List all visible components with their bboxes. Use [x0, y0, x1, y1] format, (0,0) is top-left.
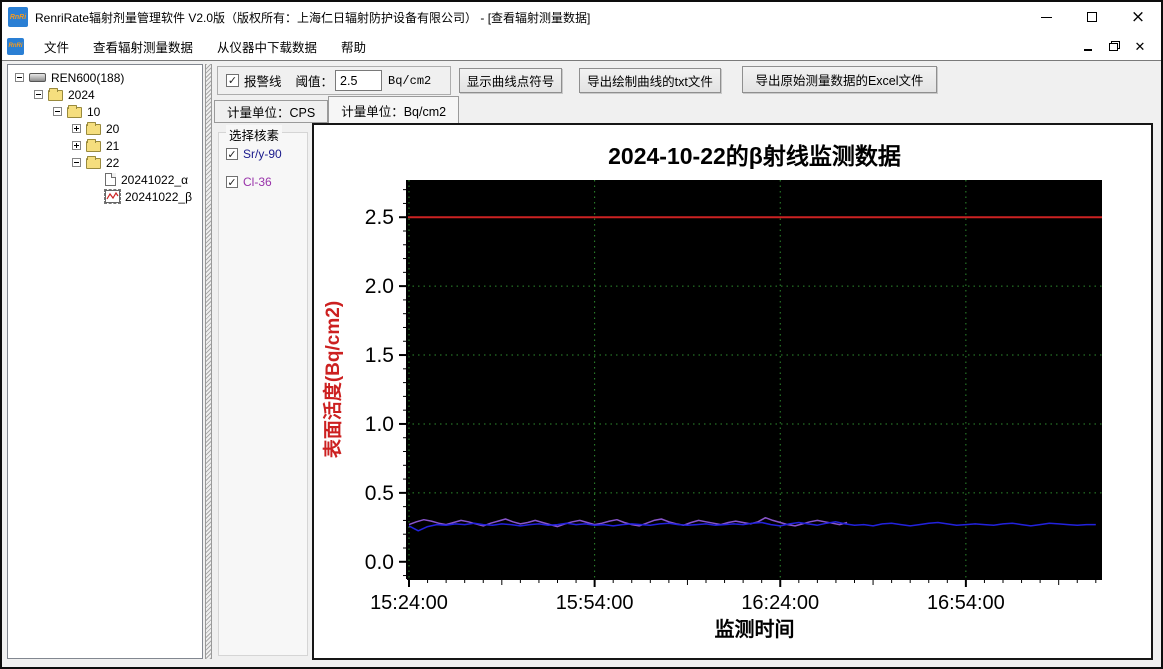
- threshold-unit-label: Bq/cm2: [388, 73, 432, 88]
- y-tick-label: 0.0: [365, 551, 394, 574]
- title-bar: RnRi RenriRate辐射剂量管理软件 V2.0版（版权所有：上海仁日辐射…: [2, 2, 1161, 32]
- collapse-icon[interactable]: [72, 158, 81, 167]
- folder-icon: [48, 88, 63, 101]
- unit-tabs: 计量单位：CPS 计量单位：Bq/cm2: [214, 96, 460, 123]
- y-tick-label: 1.5: [365, 344, 394, 367]
- x-tick-label: 16:24:00: [741, 592, 819, 614]
- chart-title: 2024-10-22的β射线监测数据: [608, 143, 901, 169]
- tree-node-20241022_α[interactable]: 20241022_α: [8, 171, 202, 188]
- x-tick-label: 15:24:00: [370, 592, 448, 614]
- export-excel-button[interactable]: 导出原始测量数据的Excel文件: [742, 66, 937, 93]
- tab-unit-1[interactable]: 计量单位：Bq/cm2: [328, 96, 460, 123]
- folder-icon: [86, 156, 101, 169]
- collapse-icon[interactable]: [34, 90, 43, 99]
- tree-node-label: 10: [87, 104, 101, 119]
- mdi-window-controls: ✕: [1077, 37, 1161, 55]
- tree-node-2024[interactable]: 2024: [8, 86, 202, 103]
- monitor-chart: 0.0 0.5 1.0 1.5 2.0 2.5 15:24:00 15:54:00 16:24:…: [321, 143, 1102, 641]
- minimize-button[interactable]: [1023, 2, 1069, 32]
- mdi-close-button[interactable]: ✕: [1129, 37, 1151, 55]
- threshold-input[interactable]: [335, 70, 383, 91]
- expand-icon[interactable]: [72, 124, 81, 133]
- tree-node-label: 20: [106, 121, 120, 136]
- nuclide-label: Cl-36: [243, 175, 272, 189]
- device-icon: [29, 73, 46, 82]
- y-axis-title: 表面活度(Bq/cm2): [321, 301, 344, 458]
- export-txt-button[interactable]: 导出绘制曲线的txt文件: [579, 68, 721, 93]
- app-window: RnRi RenriRate辐射剂量管理软件 V2.0版（版权所有：上海仁日辐射…: [0, 0, 1163, 669]
- alarm-line-label: 报警线: [244, 75, 282, 89]
- tree-node-label: 2024: [68, 87, 95, 102]
- nuclide-selector-group: 选择核素 ✓ Sr/y-90 ✓ Cl-36: [218, 125, 308, 656]
- app-logo-icon: RnRi: [8, 7, 28, 27]
- chart-file-icon: [104, 189, 121, 204]
- menu-item-2[interactable]: 从仪器中下载数据: [205, 32, 329, 60]
- menu-item-0[interactable]: 文件: [32, 32, 81, 60]
- menu-items: 文件 查看辐射测量数据 从仪器中下载数据 帮助: [32, 32, 378, 60]
- mdi-restore-button[interactable]: [1103, 37, 1125, 55]
- y-tick-label: 2.0: [365, 275, 394, 298]
- nuclide-group-title: 选择核素: [226, 125, 283, 144]
- maximize-button[interactable]: [1069, 2, 1115, 32]
- tree-node-22[interactable]: 22: [8, 154, 202, 171]
- tree-node-REN600(188)[interactable]: REN600(188): [8, 69, 202, 86]
- document-icon: [105, 173, 116, 186]
- tree-node-label: REN600(188): [51, 70, 125, 85]
- folder-icon: [86, 122, 101, 135]
- menu-bar: RnRi 文件 查看辐射测量数据 从仪器中下载数据 帮助 ✕: [2, 32, 1161, 61]
- device-tree-panel: REN600(188) 2024 10 20 21 22 20241022_α 2024102…: [7, 64, 203, 659]
- folder-icon: [86, 139, 101, 152]
- y-tick-label: 1.0: [365, 413, 394, 436]
- collapse-icon[interactable]: [15, 73, 24, 82]
- close-icon: ×: [1130, 6, 1146, 27]
- nuclide-label: Sr/y-90: [243, 147, 282, 161]
- nuclide-item-Cl-36: ✓ Cl-36: [226, 175, 307, 189]
- monitor-chart-panel: 0.0 0.5 1.0 1.5 2.0 2.5 15:24:00 15:54:00 16:24:…: [312, 123, 1153, 660]
- folder-icon: [67, 105, 82, 118]
- window-title: RenriRate辐射剂量管理软件 V2.0版（版权所有：上海仁日辐射防护设备有…: [35, 10, 591, 25]
- menu-item-3[interactable]: 帮助: [329, 32, 378, 60]
- show-curve-points-button[interactable]: 显示曲线点符号: [459, 68, 562, 93]
- nuclide-items: ✓ Sr/y-90 ✓ Cl-36: [219, 147, 307, 189]
- close-button[interactable]: ×: [1115, 2, 1161, 32]
- tab-unit-0[interactable]: 计量单位：CPS: [214, 100, 329, 123]
- mdi-close-icon: ✕: [1134, 38, 1146, 54]
- menu-item-1[interactable]: 查看辐射测量数据: [81, 32, 205, 60]
- alarm-line-panel: ✓ 报警线 阈值： Bq/cm2: [217, 66, 451, 95]
- expand-icon[interactable]: [72, 141, 81, 150]
- tree-node-20241022_β[interactable]: 20241022_β: [8, 188, 202, 205]
- nuclide-checkbox-Sr/y-90[interactable]: ✓: [226, 148, 238, 161]
- threshold-label: 阈值：: [295, 75, 334, 89]
- tree-node-21[interactable]: 21: [8, 137, 202, 154]
- y-tick-label: 2.5: [365, 206, 394, 229]
- tree-node-label: 20241022_α: [121, 172, 189, 187]
- tree-node-label: 20241022_β: [125, 189, 192, 204]
- plot-area: [407, 180, 1102, 579]
- x-tick-label: 15:54:00: [556, 592, 634, 614]
- mdi-restore-icon: [1108, 41, 1120, 51]
- tree-node-10[interactable]: 10: [8, 103, 202, 120]
- nuclide-checkbox-Cl-36[interactable]: ✓: [226, 176, 238, 189]
- window-controls: ×: [1023, 2, 1161, 32]
- x-axis-title: 监测时间: [715, 618, 795, 641]
- nuclide-item-Sr/y-90: ✓ Sr/y-90: [226, 147, 307, 161]
- y-tick-label: 0.5: [365, 482, 394, 505]
- collapse-icon[interactable]: [53, 107, 62, 116]
- minimize-icon: [1040, 16, 1052, 18]
- panel-splitter[interactable]: [205, 64, 212, 659]
- tree-node-label: 21: [106, 138, 120, 153]
- x-tick-label: 16:54:00: [927, 592, 1005, 614]
- mdi-minimize-icon: [1084, 49, 1092, 51]
- mdi-child-icon: RnRi: [7, 37, 24, 55]
- tree-node-20[interactable]: 20: [8, 120, 202, 137]
- mdi-minimize-button[interactable]: [1077, 37, 1099, 55]
- alarm-line-checkbox[interactable]: ✓: [226, 74, 239, 87]
- maximize-icon: [1087, 12, 1097, 22]
- tree-node-label: 22: [106, 155, 120, 170]
